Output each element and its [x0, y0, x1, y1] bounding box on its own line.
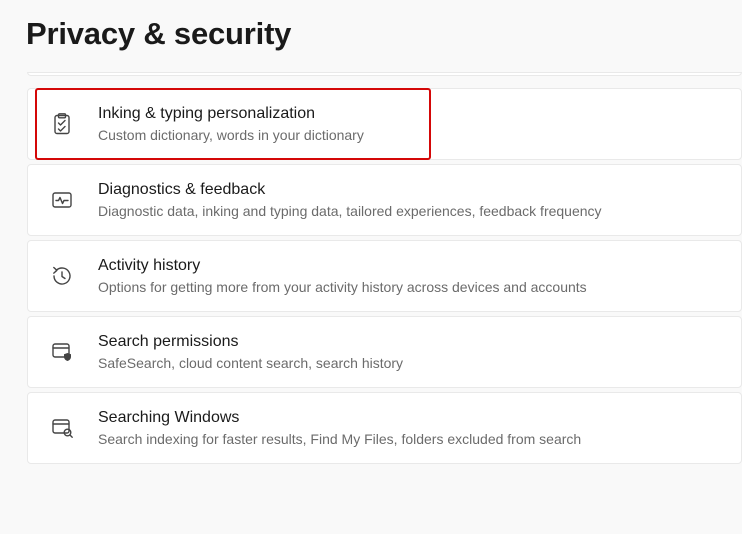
- window-search-icon: [50, 416, 74, 440]
- history-icon: [50, 264, 74, 288]
- settings-item-subtitle: SafeSearch, cloud content search, search…: [98, 354, 403, 372]
- settings-item-subtitle: Options for getting more from your activ…: [98, 278, 587, 296]
- settings-item-diagnostics-feedback[interactable]: Diagnostics & feedback Diagnostic data, …: [27, 164, 742, 236]
- settings-item-title: Inking & typing personalization: [98, 104, 364, 125]
- settings-item-title: Searching Windows: [98, 408, 581, 429]
- clipboard-check-icon: [50, 112, 74, 136]
- settings-item-inking-typing[interactable]: Inking & typing personalization Custom d…: [27, 88, 742, 160]
- settings-item-title: Diagnostics & feedback: [98, 180, 602, 201]
- settings-item-title: Activity history: [98, 256, 587, 277]
- page-title: Privacy & security: [26, 16, 742, 52]
- settings-item-subtitle: Custom dictionary, words in your diction…: [98, 126, 364, 144]
- settings-item-subtitle: Diagnostic data, inking and typing data,…: [98, 202, 602, 220]
- activity-icon: [50, 188, 74, 212]
- settings-item-subtitle: Search indexing for faster results, Find…: [98, 430, 581, 448]
- settings-item-title: Search permissions: [98, 332, 403, 353]
- settings-item-activity-history[interactable]: Activity history Options for getting mor…: [27, 240, 742, 312]
- window-shield-icon: [50, 340, 74, 364]
- settings-item-searching-windows[interactable]: Searching Windows Search indexing for fa…: [27, 392, 742, 464]
- settings-item-search-permissions[interactable]: Search permissions SafeSearch, cloud con…: [27, 316, 742, 388]
- section-divider: [27, 72, 742, 76]
